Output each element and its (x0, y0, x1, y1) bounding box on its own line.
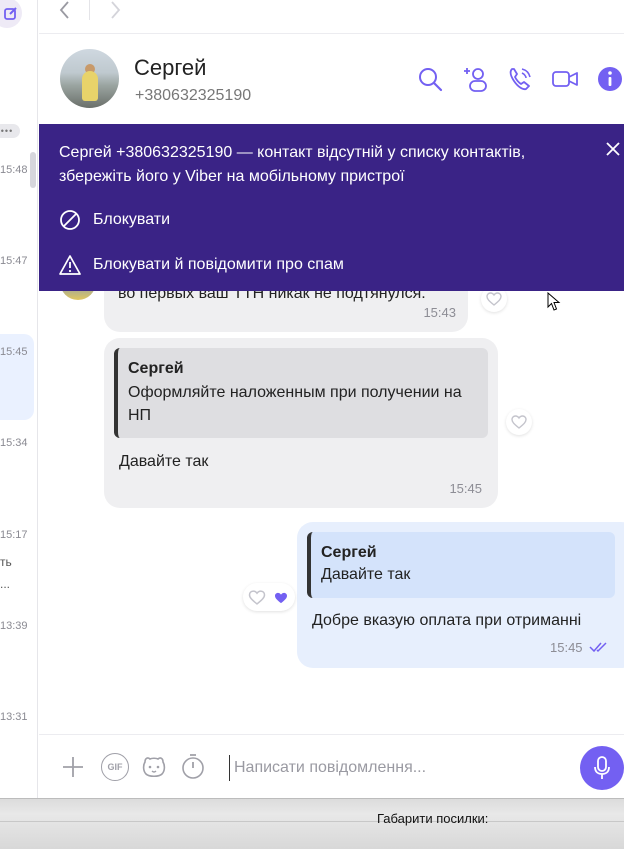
like-button[interactable] (506, 409, 532, 435)
sticker-icon[interactable] (140, 753, 168, 781)
message-time: 15:43 (423, 305, 456, 320)
warning-icon (59, 255, 81, 275)
chat-list-scrollbar[interactable] (30, 152, 36, 188)
chat-header: Сергей +380632325190 (39, 35, 624, 125)
banner-text: Сергей +380632325190 — контакт відсутній… (59, 144, 526, 185)
gif-button[interactable]: GIF (101, 753, 129, 781)
chat-time: 15:45 (0, 346, 28, 358)
block-and-report-button[interactable]: Блокувати й повідомити про спам (59, 254, 344, 276)
avatar[interactable] (60, 49, 119, 108)
chat-time: 15:17 (0, 529, 28, 541)
quote-text: Давайте так (321, 566, 411, 583)
heart-icon (486, 292, 502, 306)
plus-icon[interactable] (59, 753, 87, 781)
quote-text: Оформляйте наложенным при получении на Н… (128, 384, 462, 424)
message-bubble[interactable]: Сергей Оформляйте наложенным при получен… (104, 338, 498, 508)
mouse-cursor-icon (547, 292, 561, 311)
message-bubble[interactable]: Сергей Давайте так Добре вказую оплата п… (297, 522, 624, 668)
message-input[interactable] (229, 755, 559, 781)
message-composer: GIF (39, 734, 624, 798)
reactions[interactable] (243, 583, 295, 611)
block-icon (60, 210, 80, 230)
unknown-contact-banner: Сергей +380632325190 — контакт відсутній… (39, 124, 624, 291)
block-and-report-label: Блокувати й повідомити про спам (93, 256, 344, 273)
back-arrow-icon[interactable] (55, 0, 75, 22)
message-text: Давайте так (119, 453, 209, 470)
add-participant-icon[interactable] (461, 65, 489, 93)
chat-time: 13:39 (0, 620, 28, 632)
more-badge[interactable]: ••• (0, 124, 20, 138)
quote-author: Сергей (321, 544, 377, 561)
avatar-figure (82, 71, 98, 101)
filled-heart-icon (275, 592, 287, 604)
message-time: 15:45 (449, 481, 482, 496)
compose-icon (4, 7, 17, 20)
block-label: Блокувати (93, 211, 171, 228)
background-window-text: Габарити посилки: (377, 811, 489, 826)
read-receipt-icon (589, 642, 607, 653)
timer-icon[interactable] (179, 753, 207, 781)
microphone-icon (594, 756, 610, 779)
chat-preview: ть (0, 555, 12, 569)
compose-button[interactable] (0, 0, 22, 28)
nav-divider (89, 0, 90, 20)
message-time: 15:45 (550, 640, 583, 655)
contact-name[interactable]: Сергей (134, 55, 206, 81)
call-icon[interactable] (506, 65, 534, 93)
close-icon[interactable] (604, 140, 622, 158)
forward-arrow-icon[interactable] (105, 0, 125, 22)
voice-message-button[interactable] (580, 746, 624, 790)
info-icon[interactable] (596, 65, 624, 93)
chat-time: 15:34 (0, 437, 28, 449)
gif-label: GIF (107, 762, 123, 772)
reply-quote[interactable]: Сергей Оформляйте наложенным при получен… (114, 348, 488, 438)
chat-time: 15:47 (0, 255, 28, 267)
chat-time: 15:48 (0, 164, 28, 176)
contact-phone: +380632325190 (135, 87, 252, 104)
message-text: Добре вказую оплата при отриманні (312, 612, 582, 629)
background-divider (0, 821, 624, 822)
heart-icon (511, 415, 527, 429)
video-call-icon[interactable] (551, 65, 579, 93)
chat-preview: ... (0, 577, 11, 591)
chat-list-strip: ••• 15:48 15:47 15:45 15:34 15:17 ть ...… (0, 0, 38, 798)
quote-author: Сергей (128, 360, 184, 377)
heart-icon[interactable] (248, 590, 266, 605)
background-window: Габарити посилки: (0, 798, 624, 849)
top-nav (39, 0, 624, 34)
block-button[interactable]: Блокувати (59, 209, 170, 231)
reply-quote[interactable]: Сергей Давайте так (307, 532, 615, 598)
search-icon[interactable] (416, 65, 444, 93)
chat-time: 13:31 (0, 711, 28, 723)
